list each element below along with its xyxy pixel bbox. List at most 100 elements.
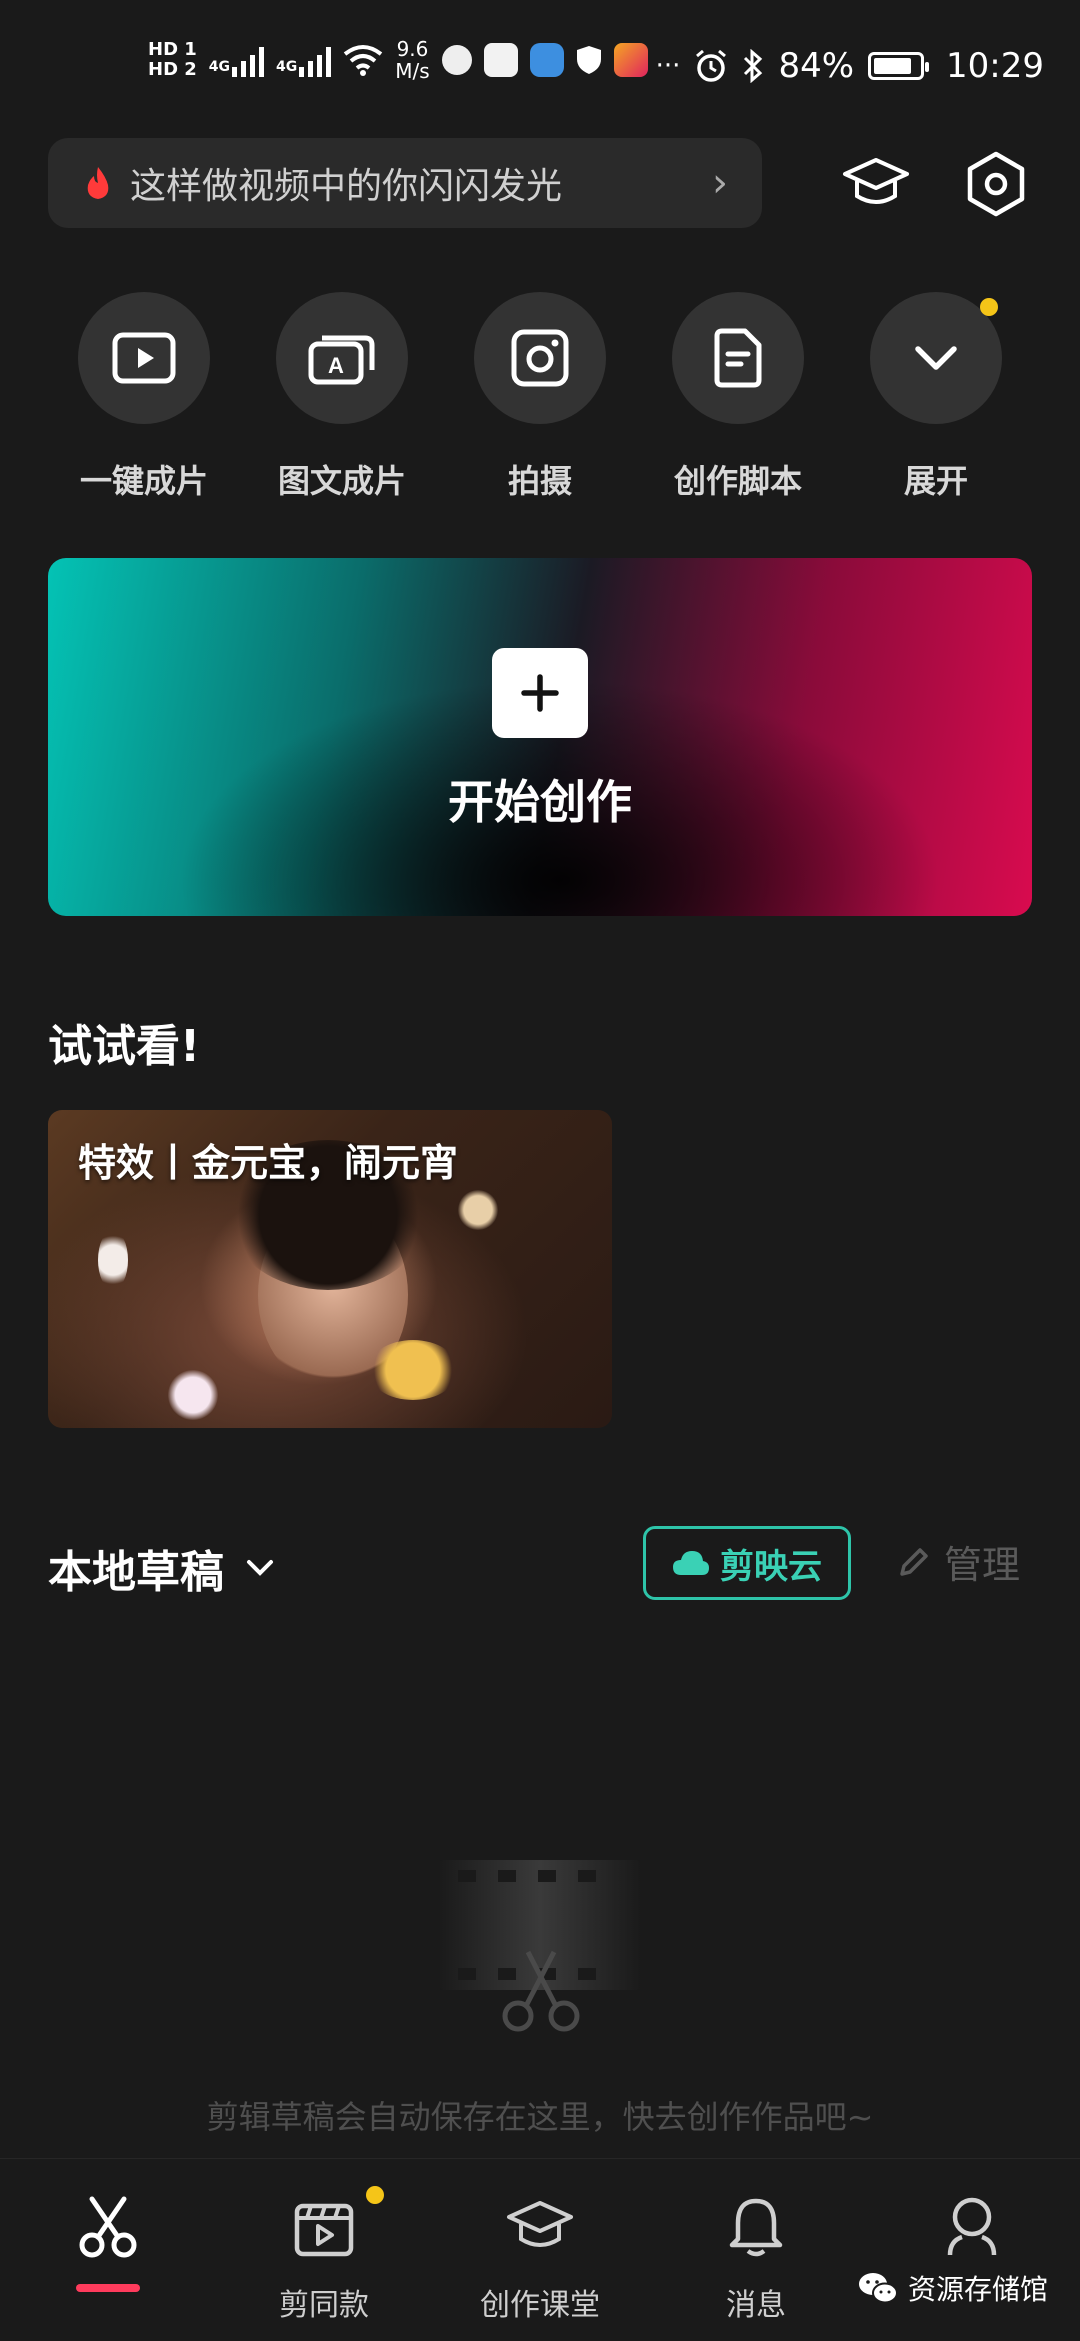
wifi-icon — [344, 45, 383, 76]
quick-action-expand[interactable]: 展开 — [861, 292, 1011, 502]
watermark: 资源存储馆 — [858, 2268, 1048, 2308]
speed-value: 9.6 — [396, 37, 429, 61]
quick-action-label: 一键成片 — [79, 462, 208, 500]
settings-button[interactable] — [956, 144, 1036, 224]
nav-item-messages[interactable]: 消息 — [666, 2190, 846, 2324]
clock: 10:29 — [946, 46, 1044, 86]
bluetooth-icon — [744, 49, 763, 83]
nav-icon-wrap — [450, 2190, 630, 2264]
drafts-title: 本地草稿 — [48, 1547, 224, 1598]
fire-icon — [87, 167, 109, 199]
quick-action-circle — [672, 292, 804, 424]
alarm-icon — [696, 49, 727, 82]
settings-hexagon-icon — [967, 151, 1025, 217]
quick-action-one-click[interactable]: 一键成片 — [69, 292, 219, 502]
chevron-right-icon: › — [712, 160, 728, 206]
watermark-text: 资源存储馆 — [908, 2273, 1049, 2306]
battery-fill — [874, 58, 912, 74]
nav-item-templates[interactable]: 剪同款 — [234, 2186, 414, 2324]
shield-icon — [576, 46, 601, 74]
active-tab-indicator — [76, 2284, 140, 2292]
status-bar: HD 1 HD 2 4G 4G 9.6 M/s ··· 84% 10:29 — [0, 0, 1080, 130]
text-to-video-icon: A — [308, 335, 375, 385]
svg-text:A: A — [328, 353, 344, 378]
nav-item-classroom[interactable]: 创作课堂 — [450, 2190, 630, 2324]
chevron-down-icon — [915, 346, 957, 370]
empty-drafts-film-icon — [438, 1860, 642, 2032]
battery-icon — [868, 52, 930, 80]
quick-action-label: 图文成片 — [277, 462, 406, 500]
coin-decoration — [458, 1190, 498, 1230]
wechat-icon — [859, 2273, 898, 2304]
sim-2-label: HD 2 — [148, 59, 197, 80]
effect-template-card[interactable]: 特效丨金元宝，闹元宵 — [48, 1110, 612, 1428]
quick-action-shoot[interactable]: 拍摄 — [465, 292, 615, 502]
promo-text: 这样做视频中的你闪闪发光 — [130, 166, 563, 207]
dumpling-decoration — [98, 1230, 128, 1290]
bell-icon — [729, 2198, 783, 2257]
try-section-title: 试试看! — [48, 1021, 201, 1072]
cloud-button[interactable]: 剪映云 — [643, 1526, 851, 1600]
nav-item-profile[interactable] — [882, 2190, 1062, 2280]
script-document-icon — [714, 328, 762, 388]
chevron-down-icon — [247, 1560, 273, 1576]
app-notification-icon — [441, 45, 472, 75]
play-box-icon — [112, 332, 176, 384]
speed-unit: M/s — [395, 59, 430, 83]
promo-search-bar[interactable]: 这样做视频中的你闪闪发光 › — [48, 138, 762, 228]
nav-icon-wrap — [18, 2190, 198, 2264]
sim-1-label: HD 1 — [148, 39, 197, 60]
manage-label: 管理 — [944, 1543, 1021, 1587]
nav-icon-wrap — [666, 2190, 846, 2264]
card-title: 特效丨金元宝，闹元宵 — [78, 1141, 459, 1185]
quick-action-text-video[interactable]: A 图文成片 — [267, 292, 417, 502]
graduation-cap-icon — [843, 158, 909, 204]
cloud-icon — [673, 1551, 709, 1575]
nav-label: 创作课堂 — [480, 2288, 600, 2323]
nav-label: 消息 — [726, 2288, 786, 2323]
quick-action-label: 拍摄 — [507, 462, 572, 500]
cloud-label: 剪映云 — [720, 1546, 822, 1587]
nav-label: 剪同款 — [279, 2288, 369, 2323]
battery-percent: 84% — [778, 46, 855, 86]
nav-icon-wrap — [234, 2186, 414, 2264]
quick-action-label: 创作脚本 — [673, 462, 802, 500]
signal-2-icon — [299, 43, 332, 77]
quick-action-script[interactable]: 创作脚本 — [663, 292, 813, 502]
manage-button[interactable]: 管理 — [896, 1534, 1020, 1589]
quick-action-circle — [78, 292, 210, 424]
sim-labels: HD 1 HD 2 — [148, 40, 197, 80]
quick-action-label: 展开 — [903, 462, 968, 500]
start-creation-label: 开始创作 — [448, 775, 632, 829]
status-right: ··· 84% 10:29 — [656, 40, 1044, 92]
pencil-icon — [900, 1547, 928, 1576]
scissors-icon — [79, 2196, 137, 2258]
drafts-filter-dropdown[interactable]: 本地草稿 — [48, 1536, 274, 1600]
empty-drafts-message: 剪辑草稿会自动保存在这里，快去创作作品吧~ — [206, 2098, 874, 2136]
nav-item-edit[interactable] — [18, 2190, 198, 2280]
graduation-cap-icon — [507, 2201, 573, 2247]
huawei-app-icon — [483, 43, 518, 77]
new-badge-dot — [366, 2186, 384, 2204]
quick-action-circle: A — [276, 292, 408, 424]
quick-action-circle — [474, 292, 606, 424]
tutorial-button[interactable] — [836, 144, 916, 224]
more-notifications-icon: ··· — [655, 51, 681, 81]
camera-icon — [511, 329, 569, 387]
plus-icon — [492, 648, 588, 738]
gold-ingot-decoration — [368, 1340, 458, 1400]
network-speed: 9.6 M/s — [395, 38, 429, 82]
user-icon — [947, 2197, 997, 2256]
net-type-1: 4G — [208, 59, 231, 75]
signal-1-icon — [232, 43, 265, 77]
start-creation-button[interactable]: 开始创作 — [48, 558, 1032, 916]
new-badge-dot — [980, 298, 998, 316]
quick-action-circle — [870, 292, 1002, 424]
net-type-2: 4G — [276, 59, 298, 75]
bunny-decoration — [168, 1370, 218, 1420]
nav-icon-wrap — [882, 2190, 1062, 2264]
game-app-icon — [613, 43, 648, 77]
clapper-play-icon — [294, 2203, 354, 2257]
status-left: HD 1 HD 2 4G 4G 9.6 M/s — [148, 30, 648, 90]
browser-app-icon — [529, 43, 564, 77]
